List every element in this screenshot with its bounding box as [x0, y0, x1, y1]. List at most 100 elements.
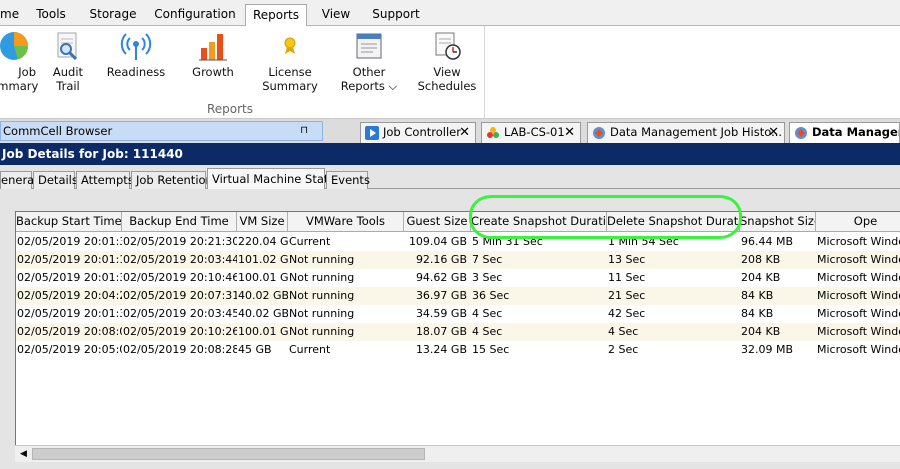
column-header-snapshot-size[interactable]: Snapshot Size — [740, 212, 816, 232]
data-management-icon — [593, 127, 605, 139]
cell-delete-snapshot-duration: 2 Sec — [608, 343, 639, 356]
license-summary-button[interactable]: License Summary — [260, 30, 320, 93]
cell-create-snapshot-duration: 15 Sec — [472, 343, 510, 356]
cell-vm-size: 101.02 GB — [238, 253, 288, 266]
commcell-browser-pane[interactable]: CommCell Browser ⊓ — [0, 121, 323, 141]
cell-backup-start-time: 02/05/2019 20:01:33 — [17, 235, 122, 248]
bar-chart-icon — [199, 34, 227, 61]
ribbon-separator — [484, 26, 485, 119]
cell-vm-size: 100.01 GB — [238, 325, 288, 338]
tab-data-management-job-history[interactable]: Data Management Job Histo... ✕ — [587, 122, 785, 143]
cell-delete-snapshot-duration: 4 Sec — [608, 325, 639, 338]
cell-delete-snapshot-duration: 42 Sec — [608, 307, 646, 320]
tab-job-controller[interactable]: Job Controller ✕ — [360, 122, 476, 143]
cell-snapshot-size: 204 KB — [741, 325, 781, 338]
pie-chart-icon — [0, 32, 28, 60]
ribbon-group-label: Reports — [206, 102, 254, 116]
cell-delete-snapshot-duration: 13 Sec — [608, 253, 646, 266]
cell-operating-system: Microsoft Window — [817, 343, 900, 356]
bottom-strip — [0, 462, 900, 469]
cell-snapshot-size: 84 KB — [741, 289, 774, 302]
column-header-vm-size[interactable]: VM Size — [237, 212, 288, 232]
menu-tab-configuration[interactable]: Configuration — [152, 4, 238, 26]
job-details-tabs: eneral Details Attempts Job Retention Vi… — [0, 165, 900, 190]
column-header-backup-end-time[interactable]: Backup End Time — [122, 212, 237, 232]
cell-vmware-tools: Not running — [289, 325, 355, 338]
table-row[interactable]: 02/05/2019 20:08:03 02/05/2019 20:10:26 10… — [16, 323, 900, 341]
cell-vmware-tools: Current — [289, 343, 331, 356]
cell-vmware-tools: Current — [289, 235, 331, 248]
cell-create-snapshot-duration: 4 Sec — [472, 325, 503, 338]
view-schedules-button[interactable]: View Schedules — [416, 30, 478, 93]
horizontal-scrollbar[interactable]: ◀ — [15, 445, 900, 462]
tab-data-management-active[interactable]: Data Manageme — [789, 122, 900, 143]
tab-events[interactable]: Events — [326, 171, 370, 189]
pin-icon[interactable]: ⊓ — [300, 122, 308, 140]
tab-label: LAB-CS-01 — [504, 125, 565, 139]
column-header-operating-system[interactable]: Ope — [816, 212, 900, 232]
menu-bar: me Tools Storage Configuration Reports V… — [0, 0, 900, 27]
growth-button[interactable]: Growth — [186, 30, 240, 79]
cell-vm-size: 40.02 GB — [238, 307, 288, 320]
schedule-clock-icon — [435, 32, 461, 60]
cell-backup-end-time: 02/05/2019 20:03:44 — [123, 253, 237, 266]
cell-create-snapshot-duration: 7 Sec — [472, 253, 503, 266]
menu-tab-reports[interactable]: Reports — [245, 4, 307, 27]
tab-attempts[interactable]: Attempts — [76, 171, 134, 189]
column-header-create-snapshot-duration[interactable]: Create Snapshot Duration — [471, 212, 607, 232]
cell-operating-system: Microsoft Window — [817, 325, 900, 338]
report-stack-icon — [356, 33, 382, 59]
audit-trail-button[interactable]: Audit Trail — [46, 30, 90, 93]
column-header-delete-snapshot-duration[interactable]: Delete Snapshot Duration — [607, 212, 740, 232]
menu-tab-home[interactable]: me — [0, 4, 19, 26]
cell-operating-system: Microsoft Window — [817, 235, 900, 248]
job-summary-button[interactable]: Job ummary — [0, 30, 38, 93]
grid-top-gap — [15, 189, 900, 211]
tab-lab-cs-01[interactable]: LAB-CS-01 ✕ — [481, 122, 581, 143]
tab-label: Job Controller — [383, 125, 461, 139]
cell-backup-end-time: 02/05/2019 20:03:45 — [123, 307, 237, 320]
cell-create-snapshot-duration: 4 Sec — [472, 307, 503, 320]
page-title: Job Details for Job: 111440 — [0, 143, 900, 165]
readiness-button[interactable]: Readiness — [104, 30, 168, 79]
cell-vm-size: 40.02 GB — [238, 289, 288, 302]
scrollbar-thumb[interactable] — [32, 448, 425, 460]
table-row[interactable]: 02/05/2019 20:01:33 02/05/2019 20:21:30 22… — [16, 233, 900, 251]
cell-backup-end-time: 02/05/2019 20:08:28 — [123, 343, 237, 356]
tab-general[interactable]: eneral — [0, 171, 37, 189]
cell-operating-system: Microsoft Window — [817, 307, 900, 320]
cell-delete-snapshot-duration: 21 Sec — [608, 289, 646, 302]
table-row[interactable]: 02/05/2019 20:01:35 02/05/2019 20:10:46 10… — [16, 269, 900, 287]
cell-guest-size: 13.24 GB — [415, 343, 467, 356]
tab-details[interactable]: Details — [33, 171, 78, 189]
menu-tab-storage[interactable]: Storage — [83, 4, 143, 26]
cell-guest-size: 109.04 GB — [408, 235, 467, 248]
tab-virtual-machine-status[interactable]: Virtual Machine Status — [207, 168, 342, 190]
column-header-guest-size[interactable]: Guest Size — [404, 212, 471, 232]
cell-guest-size: 36.97 GB — [415, 289, 467, 302]
close-icon[interactable]: ✕ — [564, 123, 575, 142]
close-icon[interactable]: ✕ — [459, 123, 470, 142]
menu-tab-view[interactable]: View — [316, 4, 356, 26]
cell-operating-system: Microsoft Window — [817, 271, 900, 284]
table-row[interactable]: 02/05/2019 20:05:07 02/05/2019 20:08:28 45… — [16, 341, 900, 359]
cell-vmware-tools: Not running — [289, 271, 355, 284]
tab-job-retention[interactable]: Job Retention — [131, 171, 213, 189]
menu-tab-support[interactable]: Support — [366, 4, 426, 26]
cell-backup-start-time: 02/05/2019 20:08:03 — [17, 325, 122, 338]
cell-backup-end-time: 02/05/2019 20:10:46 — [123, 271, 237, 284]
table-row[interactable]: 02/05/2019 20:01:32 02/05/2019 20:03:45 40… — [16, 305, 900, 323]
column-header-backup-start-time[interactable]: Backup Start Time — [16, 212, 122, 232]
column-header-vmware-tools[interactable]: VMWare Tools — [288, 212, 404, 232]
award-icon — [284, 37, 296, 54]
menu-tab-tools[interactable]: Tools — [26, 4, 76, 26]
cell-vm-size: 220.04 GB — [238, 235, 288, 248]
table-row[interactable]: 02/05/2019 20:04:22 02/05/2019 20:07:31 40… — [16, 287, 900, 305]
cell-create-snapshot-duration: 5 Min 31 Sec — [472, 235, 543, 248]
cell-snapshot-size: 204 KB — [741, 271, 781, 284]
scroll-left-arrow-icon[interactable]: ◀ — [17, 448, 30, 461]
close-icon[interactable]: ✕ — [768, 123, 779, 142]
table-row[interactable]: 02/05/2019 20:01:11 02/05/2019 20:03:44 10… — [16, 251, 900, 269]
other-reports-button[interactable]: Other Reports ⌵ — [338, 30, 400, 93]
cell-backup-start-time: 02/05/2019 20:05:07 — [17, 343, 122, 356]
